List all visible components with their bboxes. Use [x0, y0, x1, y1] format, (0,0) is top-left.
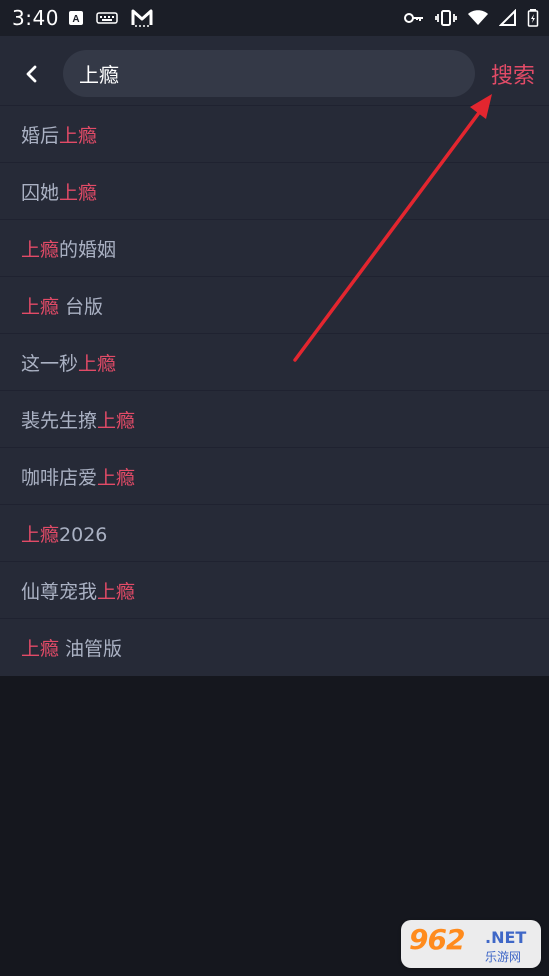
suggestion-prefix: 裴先生撩	[21, 409, 98, 432]
suggestion-text: 婚后上瘾	[21, 121, 97, 148]
suggestion-item[interactable]: 婚后上瘾	[0, 105, 549, 162]
suggestion-text: 上瘾的婚姻	[21, 235, 116, 262]
suggestions-list: 婚后上瘾 囚她上瘾 上瘾的婚姻 上瘾 台版 这一秒上瘾 裴先生撩上瘾 咖啡店爱上…	[0, 105, 549, 675]
suggestion-text: 上瘾2026	[21, 520, 107, 547]
suggestion-highlight: 上瘾	[97, 466, 136, 489]
suggestion-item[interactable]: 上瘾 油管版	[0, 618, 549, 675]
suggestion-item[interactable]: 上瘾 台版	[0, 276, 549, 333]
key-icon	[403, 10, 425, 26]
status-bar: 3:40 A	[0, 0, 549, 36]
status-right-icons	[403, 8, 539, 28]
back-button[interactable]	[14, 56, 50, 92]
search-button[interactable]: 搜索	[491, 58, 535, 90]
a-icon: A	[68, 10, 84, 26]
vibrate-icon	[435, 9, 457, 27]
suggestion-suffix: 2026	[59, 523, 108, 546]
watermark-suffix: .NET	[485, 928, 527, 947]
suggestion-prefix: 仙尊宠我	[21, 580, 98, 603]
suggestion-text: 上瘾 台版	[21, 292, 103, 319]
suggestion-text: 仙尊宠我上瘾	[21, 577, 135, 604]
m-icon	[130, 8, 154, 28]
suggestion-suffix: 台版	[59, 295, 104, 318]
chevron-left-icon	[23, 65, 41, 83]
search-page: 搜索 婚后上瘾 囚她上瘾 上瘾的婚姻 上瘾 台版 这一秒上瘾 裴先生撩上瘾 咖啡…	[0, 36, 549, 676]
suggestion-prefix: 这一秒	[21, 352, 79, 375]
wifi-icon	[467, 9, 489, 27]
suggestion-suffix: 油管版	[59, 637, 123, 660]
search-box[interactable]	[63, 50, 475, 97]
suggestion-highlight: 上瘾	[59, 124, 98, 147]
signal-icon	[499, 9, 517, 27]
search-input[interactable]	[63, 50, 475, 97]
suggestion-item[interactable]: 仙尊宠我上瘾	[0, 561, 549, 618]
suggestion-highlight: 上瘾	[21, 238, 60, 261]
suggestion-highlight: 上瘾	[21, 637, 60, 660]
suggestion-highlight: 上瘾	[21, 295, 60, 318]
suggestion-text: 这一秒上瘾	[21, 349, 116, 376]
suggestion-item[interactable]: 上瘾的婚姻	[0, 219, 549, 276]
suggestion-prefix: 婚后	[21, 124, 60, 147]
suggestion-highlight: 上瘾	[97, 580, 136, 603]
suggestion-prefix: 囚她	[21, 181, 60, 204]
suggestion-item[interactable]: 上瘾2026	[0, 504, 549, 561]
keyboard-icon	[96, 10, 118, 26]
watermark-logo: 962	[409, 923, 465, 956]
suggestion-suffix: 的婚姻	[59, 238, 117, 261]
battery-icon	[527, 8, 539, 28]
suggestion-item[interactable]: 咖啡店爱上瘾	[0, 447, 549, 504]
suggestion-text: 上瘾 油管版	[21, 634, 122, 661]
suggestion-highlight: 上瘾	[59, 181, 98, 204]
suggestion-text: 咖啡店爱上瘾	[21, 463, 135, 490]
svg-text:A: A	[72, 14, 79, 25]
search-header: 搜索	[0, 36, 549, 106]
suggestion-item[interactable]: 这一秒上瘾	[0, 333, 549, 390]
watermark-site: 乐游网	[485, 950, 522, 964]
status-left-icons: A	[68, 8, 154, 28]
suggestion-text: 裴先生撩上瘾	[21, 406, 135, 433]
suggestion-item[interactable]: 囚她上瘾	[0, 162, 549, 219]
status-time: 3:40	[12, 6, 59, 30]
suggestion-prefix: 咖啡店爱	[21, 466, 98, 489]
suggestion-item[interactable]: 裴先生撩上瘾	[0, 390, 549, 447]
suggestion-highlight: 上瘾	[78, 352, 117, 375]
watermark: 962 .NET 乐游网	[401, 920, 541, 968]
suggestion-highlight: 上瘾	[97, 409, 136, 432]
suggestion-text: 囚她上瘾	[21, 178, 97, 205]
suggestion-highlight: 上瘾	[21, 523, 60, 546]
